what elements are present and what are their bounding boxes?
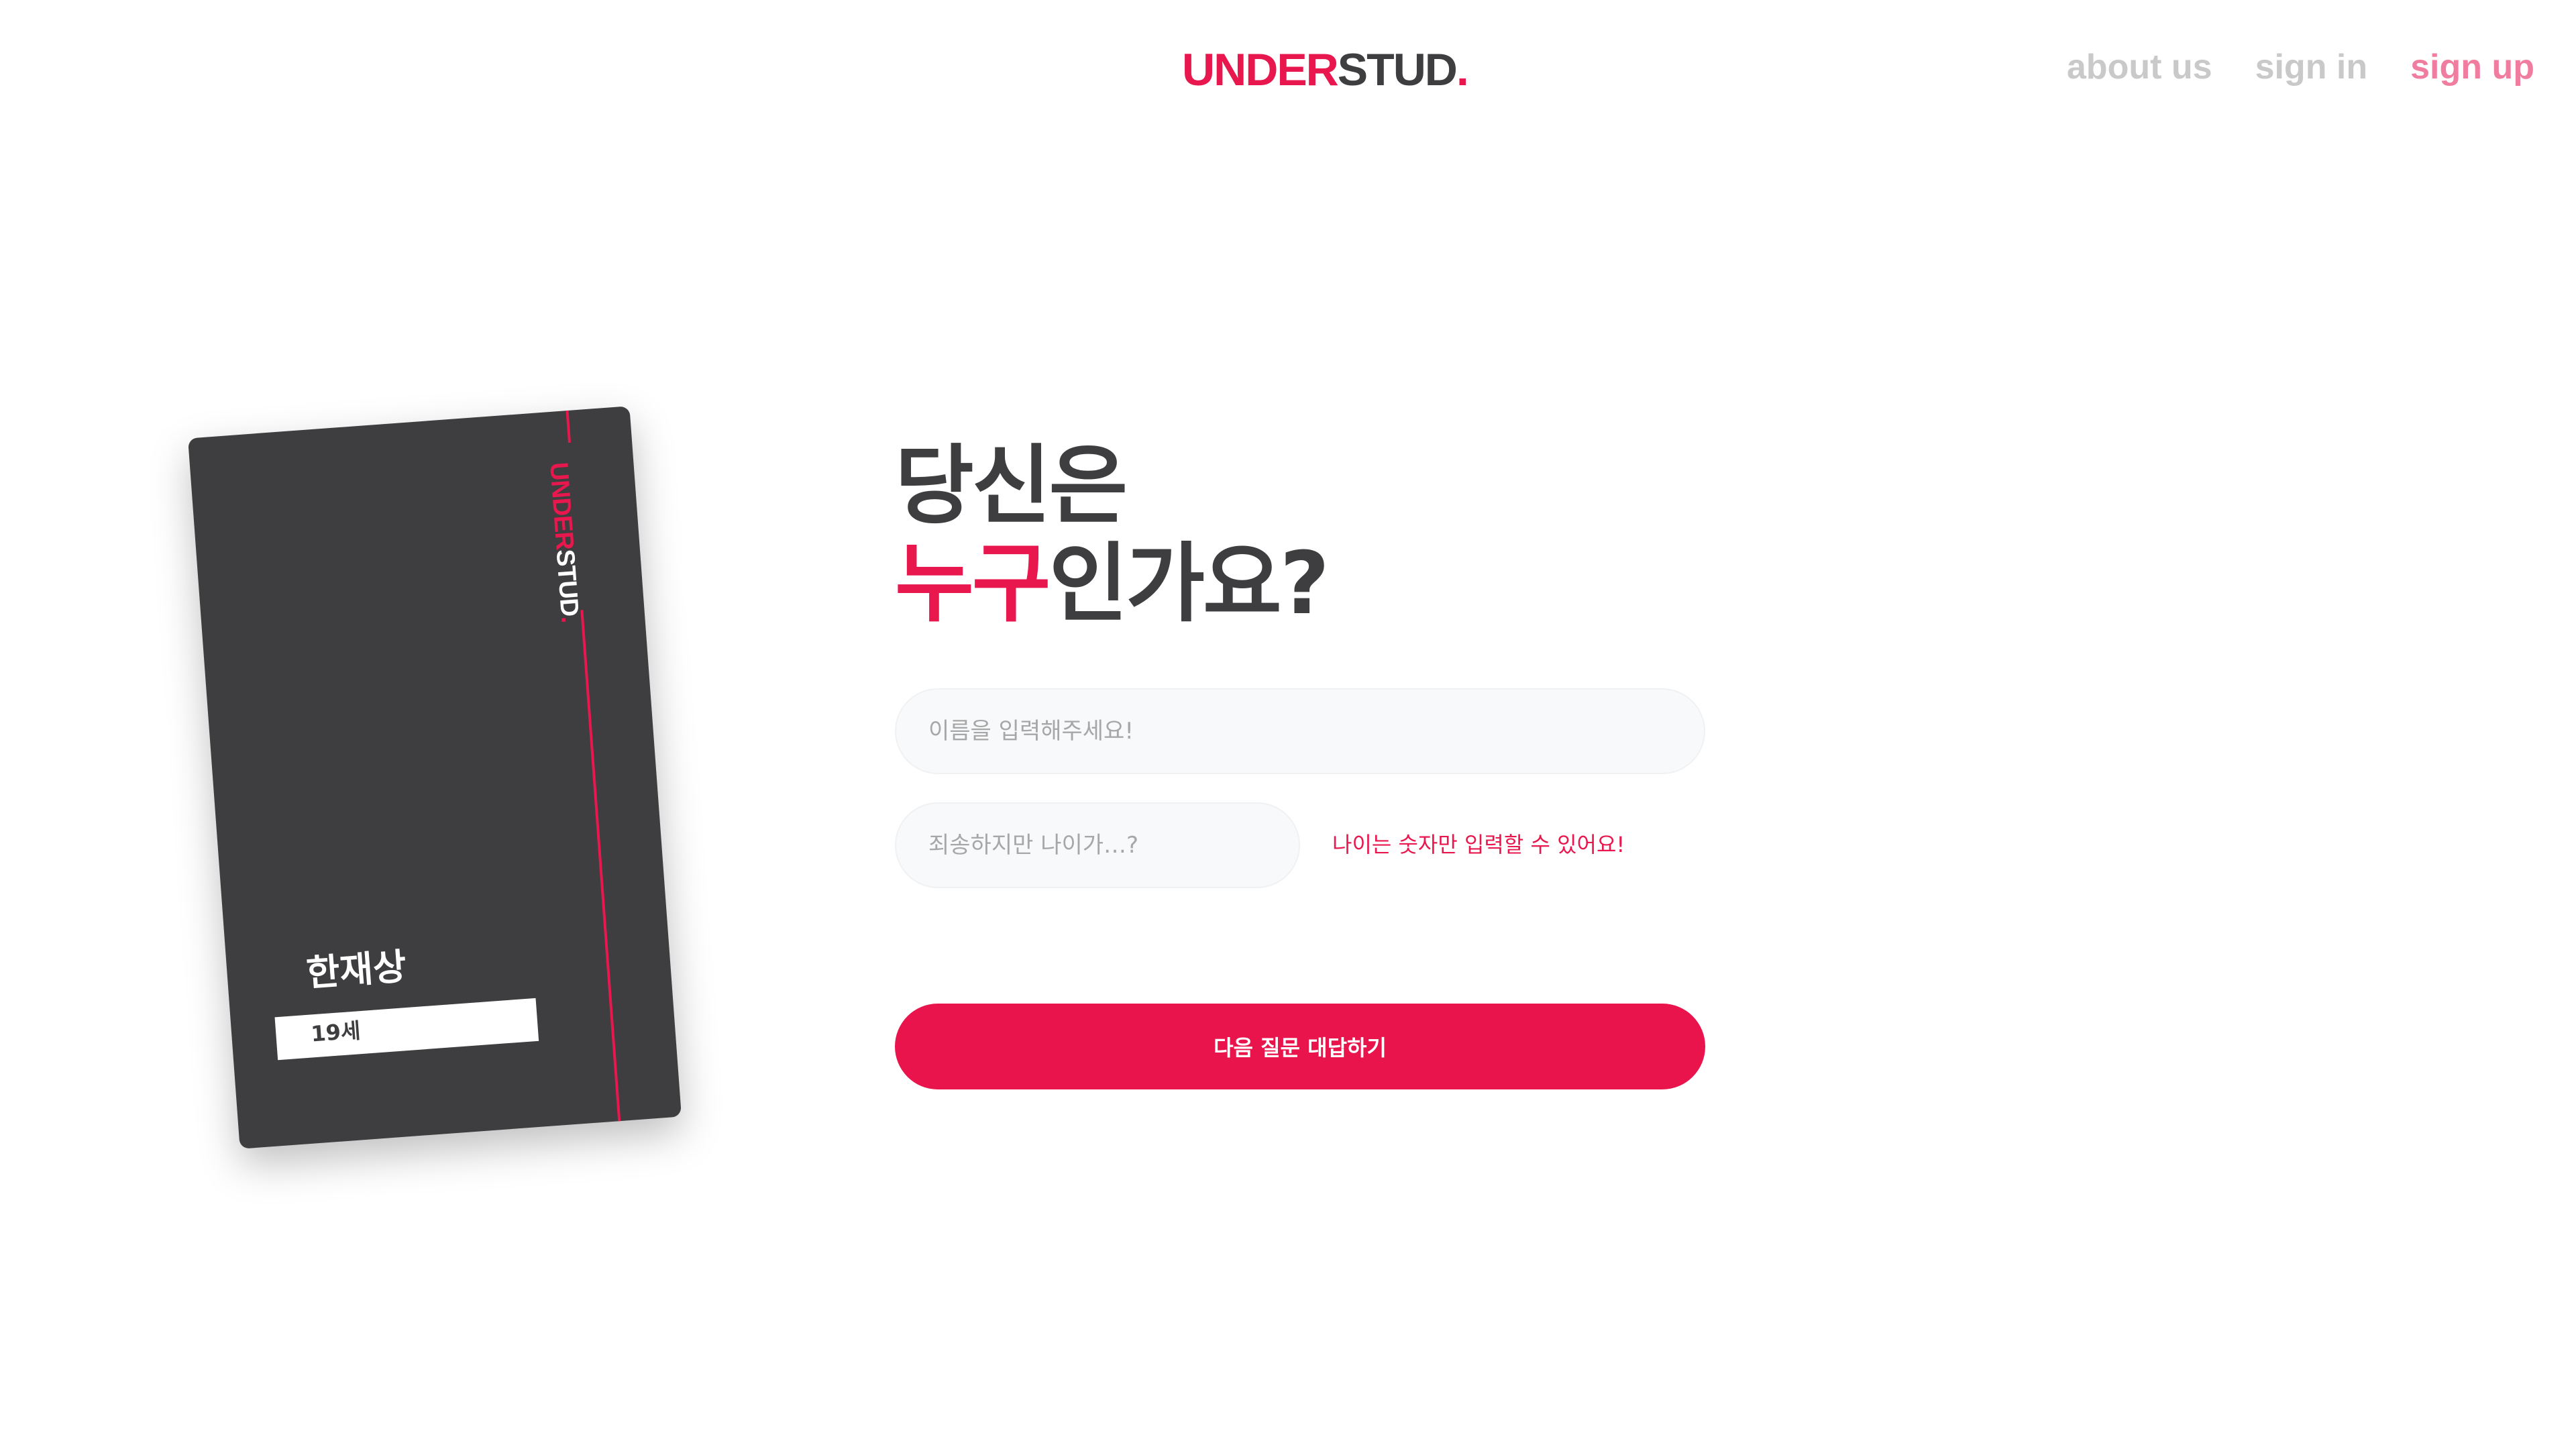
card-brand-main: STUD	[550, 548, 584, 617]
nav-about-us[interactable]: about us	[2067, 50, 2212, 85]
age-input[interactable]	[895, 802, 1300, 888]
brand-logo[interactable]: UNDERSTUD.	[1182, 44, 1469, 95]
question-accent: 누구	[895, 534, 1051, 634]
logo-accent: UNDER	[1182, 44, 1339, 95]
page: UNDERSTUD. about us sign in sign up UNDE…	[0, 0, 2576, 1449]
nav-sign-in[interactable]: sign in	[2255, 50, 2368, 85]
top-nav: about us sign in sign up	[2067, 50, 2534, 85]
card-age: 19세	[310, 1018, 362, 1047]
question-line-2-rest: 인가요?	[1049, 534, 1330, 634]
name-input[interactable]	[895, 688, 1705, 774]
question-line-1: 당신은	[895, 436, 1128, 536]
logo-main: STUD	[1337, 44, 1458, 95]
question-heading: 당신은 누구인가요?	[895, 436, 1330, 634]
nav-sign-up[interactable]: sign up	[2410, 50, 2534, 85]
age-validation-message: 나이는 숫자만 입력할 수 있어요!	[1332, 832, 1625, 857]
logo-dot: .	[1456, 44, 1469, 95]
card-name: 한재상	[305, 945, 408, 995]
profile-card: UNDERSTUD. 한재상 19세	[187, 406, 682, 1149]
next-question-button[interactable]: 다음 질문 대답하기	[895, 1004, 1705, 1089]
